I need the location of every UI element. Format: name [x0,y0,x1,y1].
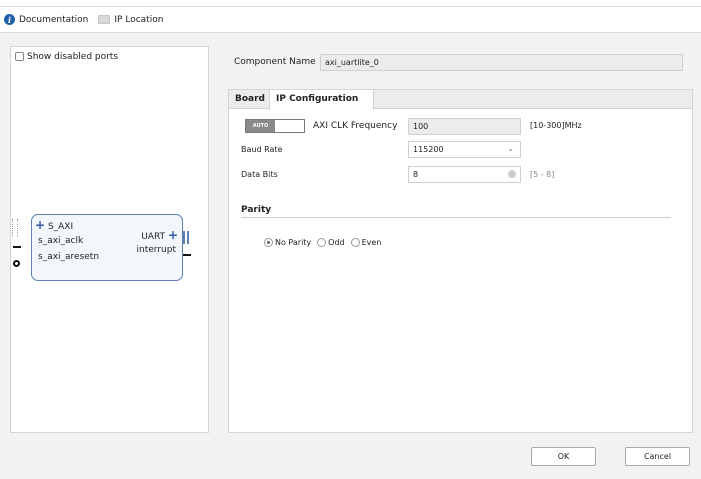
documentation-link[interactable]: Documentation [19,15,88,25]
data-bits-range: [5 - 8] [530,170,555,179]
top-strip [0,0,701,7]
aresetn-pin [13,260,20,267]
data-bits-value: 8 [413,170,419,179]
aclk-pin [13,246,21,248]
chevron-down-icon: ⌄ [507,144,514,153]
config-tabs: Board IP Configuration AUTO AXI CLK Freq… [228,89,693,433]
component-name-label: Component Name [234,57,316,67]
radio-label: Even [361,238,382,247]
tab-bar: Board IP Configuration [229,90,692,110]
baud-rate-label: Baud Rate [241,145,283,154]
ip-location-link[interactable]: IP Location [114,15,163,25]
plus-icon: + [167,228,178,242]
radio-label: No Parity [275,238,312,247]
show-disabled-ports-checkbox[interactable]: Show disabled ports [15,52,118,62]
ok-button[interactable]: OK [531,447,596,466]
port-s-axi-aclk: s_axi_aclk [38,236,84,246]
port-s-axi: S_AXI [47,222,74,232]
auto-label: AUTO [246,120,275,132]
divider [241,217,671,218]
tab-board[interactable]: Board [229,90,271,109]
folder-icon [98,15,111,24]
port-s-axi-aresetn: s_axi_aresetn [38,252,100,262]
ip-block[interactable]: + S_AXI s_axi_aclk s_axi_aresetn UART + … [31,214,183,281]
radio-icon [317,238,327,247]
cancel-button[interactable]: Cancel [625,447,690,466]
radio-even[interactable]: Even [350,238,382,247]
uart-bus-pin [183,231,189,244]
baud-rate-value: 115200 [413,145,444,154]
data-bits-input[interactable]: 8 [408,166,521,183]
interrupt-pin [183,254,191,256]
symbol-panel: Show disabled ports + S_AXI s_axi_aclk s… [10,46,209,433]
clear-icon[interactable] [508,170,516,178]
tab-ip-configuration[interactable]: IP Configuration [269,90,374,110]
port-uart: UART [141,232,166,242]
plus-icon: + [35,218,46,232]
data-bits-label: Data Bits [241,170,278,179]
baud-rate-select[interactable]: 115200 ⌄ [408,141,521,158]
radio-odd[interactable]: Odd [317,238,345,247]
radio-icon [264,238,273,247]
radio-icon [350,238,360,247]
parity-heading: Parity [241,205,272,215]
show-disabled-ports-label: Show disabled ports [27,52,119,62]
radio-no-parity[interactable]: No Parity [264,238,311,247]
axi-clk-label: AXI CLK Frequency [313,121,398,131]
checkbox-icon [15,52,24,61]
port-interrupt: interrupt [136,245,176,255]
s-axi-bus-pin [12,219,18,237]
auto-toggle[interactable]: AUTO [245,119,305,133]
component-name-input[interactable]: axi_uartlite_0 [320,54,683,71]
axi-clk-range: [10-300]MHz [530,121,582,130]
radio-label: Odd [328,238,345,247]
axi-clk-input[interactable]: 100 [408,118,521,135]
info-icon: i [4,14,15,25]
toolbar: i Documentation IP Location [0,7,701,33]
